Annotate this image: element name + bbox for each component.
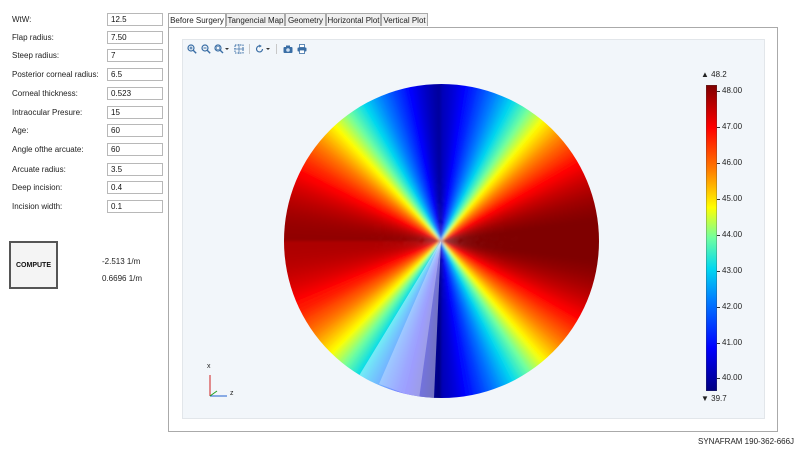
result-value-2: 0.6696 1/m: [102, 274, 143, 283]
param-label-corneal-thickness: Corneal thickness:: [12, 89, 78, 98]
zoom-extents-icon[interactable]: [233, 44, 244, 55]
tab-before-surgery[interactable]: Before Surgery: [168, 13, 226, 27]
param-label-flap-radius: Flap radius:: [12, 33, 54, 42]
steep-radius-input[interactable]: [107, 49, 163, 62]
param-row-age: Age:: [12, 124, 163, 138]
param-label-arcuate-angle: Angle ofthe arcuate:: [12, 145, 84, 154]
rotate-icon[interactable]: [255, 44, 271, 55]
intraocular-pressure-input[interactable]: [107, 106, 163, 119]
colorbar-tick-44: 44.00: [716, 230, 743, 239]
colorbar-tick-43: 43.00: [716, 266, 743, 275]
heatmap-svg: [284, 84, 599, 398]
param-label-posterior-radius: Posterior corneal radius:: [12, 70, 99, 79]
param-label-steep-radius: Steep radius:: [12, 51, 60, 60]
toolbar-separator: [276, 44, 277, 54]
param-row-flap-radius: Flap radius:: [12, 31, 163, 45]
posterior-radius-input[interactable]: [107, 68, 163, 81]
colorbar-tick-45: 45.00: [716, 194, 743, 203]
axis-x-label: x: [207, 363, 211, 370]
colorbar-tick-48: 48.00: [716, 86, 743, 95]
footer-id: SYNAFRAM 190-362-666J: [698, 437, 795, 446]
heatmap-wedges: [284, 84, 599, 398]
compute-button[interactable]: COMPUTE: [9, 241, 58, 289]
plot-area: ▲ 48.2 48.00 47.00 46.00 45.00 44.00 43.…: [182, 39, 765, 419]
colorbar-tick-42: 42.00: [716, 302, 743, 311]
toolbar-separator: [249, 44, 250, 54]
axis-triad: x z: [205, 363, 245, 401]
param-row-arcuate-radius: Arcuate radius:: [12, 163, 163, 177]
tab-horizontal-plot[interactable]: Horizontal Plot: [326, 13, 381, 26]
wtw-input[interactable]: [107, 13, 163, 26]
param-label-wtw: WtW:: [12, 15, 32, 24]
flap-radius-input[interactable]: [107, 31, 163, 44]
arcuate-angle-input[interactable]: [107, 143, 163, 156]
result-value-1: -2.513 1/m: [102, 257, 141, 266]
param-row-intraocular-pressure: Intraocular Presure:: [12, 106, 163, 120]
parameters-panel: WtW: Flap radius: Steep radius: Posterio…: [0, 0, 165, 450]
plot-panel: ▲ 48.2 48.00 47.00 46.00 45.00 44.00 43.…: [168, 27, 778, 432]
colorbar-tick-47: 47.00: [716, 122, 743, 131]
param-row-posterior-radius: Posterior corneal radius:: [12, 68, 163, 82]
param-row-steep-radius: Steep radius:: [12, 49, 163, 63]
axis-triad-svg: [209, 375, 227, 397]
tab-tangencial-map[interactable]: Tangencial Map: [226, 13, 285, 26]
param-row-arcuate-angle: Angle ofthe arcuate:: [12, 143, 163, 157]
tab-geometry[interactable]: Geometry: [285, 13, 326, 26]
camera-icon[interactable]: [282, 44, 293, 55]
param-label-incision-width: Incision width:: [12, 202, 63, 211]
arcuate-radius-input[interactable]: [107, 163, 163, 176]
param-label-age: Age:: [12, 126, 29, 135]
param-label-deep-incision: Deep incision:: [12, 183, 63, 192]
param-row-incision-width: Incision width:: [12, 200, 163, 214]
colorbar-min-label: ▼ 39.7: [701, 394, 727, 403]
corneal-heatmap[interactable]: [284, 84, 599, 398]
print-icon[interactable]: [296, 44, 307, 55]
colorbar-gradient: [705, 84, 718, 392]
incision-width-input[interactable]: [107, 200, 163, 213]
zoom-out-icon[interactable]: [200, 44, 211, 55]
age-input[interactable]: [107, 124, 163, 137]
zoom-in-icon[interactable]: [186, 44, 197, 55]
deep-incision-input[interactable]: [107, 181, 163, 194]
tab-vertical-plot[interactable]: Vertical Plot: [381, 13, 428, 26]
axis-z-label: z: [230, 390, 234, 397]
plot-toolbar: [186, 43, 307, 55]
param-label-intraocular-pressure: Intraocular Presure:: [12, 108, 83, 117]
param-row-wtw: WtW:: [12, 13, 163, 27]
colorbar-max-label: ▲ 48.2: [701, 70, 727, 79]
colorbar-tick-40: 40.00: [716, 373, 743, 382]
colorbar-tick-46: 46.00: [716, 158, 743, 167]
colorbar: [705, 84, 718, 392]
param-row-deep-incision: Deep incision:: [12, 181, 163, 195]
param-row-corneal-thickness: Corneal thickness:: [12, 87, 163, 101]
zoom-box-icon[interactable]: [214, 44, 230, 55]
colorbar-tick-41: 41.00: [716, 338, 743, 347]
corneal-thickness-input[interactable]: [107, 87, 163, 100]
param-label-arcuate-radius: Arcuate radius:: [12, 165, 66, 174]
